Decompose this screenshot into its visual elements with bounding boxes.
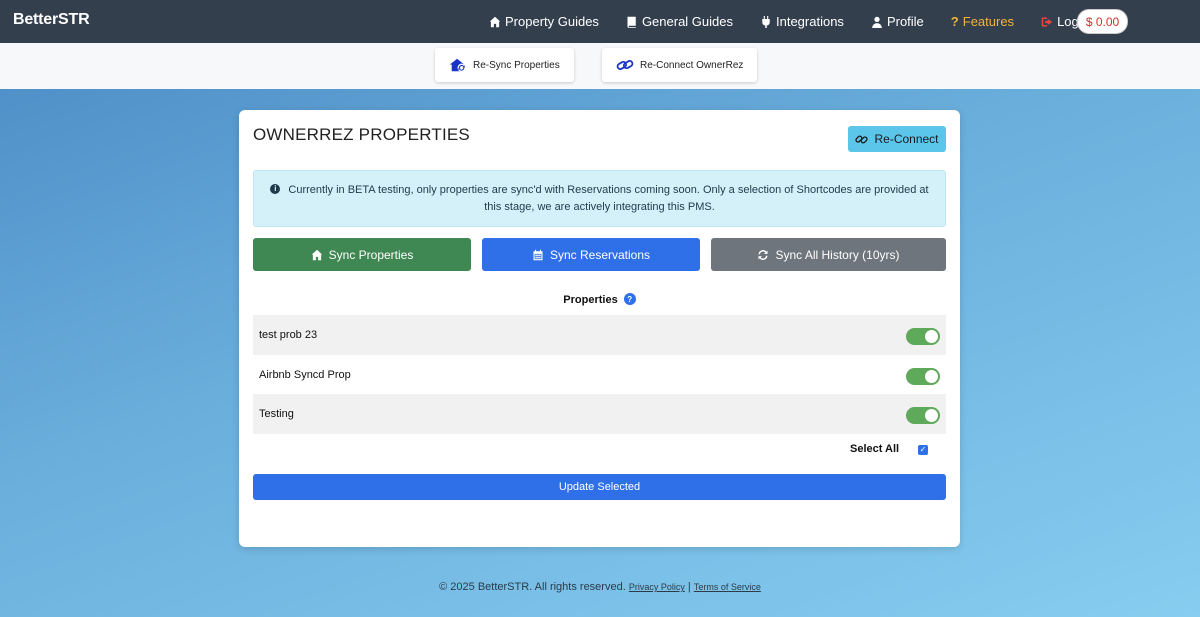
logout-icon xyxy=(1041,17,1053,26)
property-row: Testing xyxy=(253,394,946,434)
select-all-checkbox[interactable]: ✓ xyxy=(918,445,928,455)
reconnect-label: Re-Connect xyxy=(874,132,939,146)
ownerrez-properties-card: OWNERREZ PROPERTIES Re-Connect i Currentl… xyxy=(239,110,960,547)
sync-reservations-label: Sync Reservations xyxy=(549,247,651,262)
property-toggle[interactable] xyxy=(906,407,940,424)
nav-property-guides-label: Property Guides xyxy=(505,14,599,29)
properties-heading-label: Properties xyxy=(563,294,618,306)
top-navbar: BetterSTR Property Guides General Guides… xyxy=(0,0,1200,43)
alert-text: Currently in BETA testing, only properti… xyxy=(288,183,929,213)
select-all-label: Select All xyxy=(850,443,900,455)
balance-badge[interactable]: $ 0.00 xyxy=(1077,9,1128,34)
copyright-text: © 2025 BetterSTR. All rights reserved. xyxy=(439,581,626,593)
property-toggle[interactable] xyxy=(906,328,940,345)
help-icon[interactable]: ? xyxy=(623,293,636,306)
house-sync-icon xyxy=(449,58,466,72)
info-icon: i xyxy=(270,183,281,194)
sync-properties-label: Sync Properties xyxy=(328,247,414,262)
sync-history-label: Sync All History (10yrs) xyxy=(775,247,900,262)
resync-properties-button[interactable]: Re-Sync Properties xyxy=(435,48,574,82)
question-icon: ? xyxy=(950,14,959,29)
resync-properties-label: Re-Sync Properties xyxy=(473,59,560,71)
nav-integrations[interactable]: Integrations xyxy=(760,14,844,29)
sync-history-button[interactable]: Sync All History (10yrs) xyxy=(711,238,946,271)
footer: © 2025 BetterSTR. All rights reserved. P… xyxy=(0,581,1200,593)
property-toggle[interactable] xyxy=(906,368,940,385)
nav-profile[interactable]: Profile xyxy=(871,14,924,29)
privacy-policy-link[interactable]: Privacy Policy xyxy=(629,582,685,592)
calendar-icon xyxy=(533,249,543,260)
alert-content: i Currently in BETA testing, only propert… xyxy=(270,182,929,216)
nav-features-label: Features xyxy=(962,14,1015,29)
beta-info-alert: i Currently in BETA testing, only propert… xyxy=(253,170,946,227)
reconnect-ownerrez-label: Re-Connect OwnerRez xyxy=(640,59,744,71)
nav-features[interactable]: ? Features xyxy=(951,14,1014,29)
update-selected-button[interactable]: Update Selected xyxy=(253,474,946,500)
sync-reservations-button[interactable]: Sync Reservations xyxy=(482,238,700,271)
home-icon xyxy=(311,249,322,260)
property-name: Airbnb Syncd Prop xyxy=(259,369,351,381)
property-name: Testing xyxy=(259,408,294,420)
brand-logo[interactable]: BetterSTR xyxy=(13,11,90,29)
sync-properties-button[interactable]: Sync Properties xyxy=(253,238,471,271)
home-icon xyxy=(489,16,501,27)
footer-separator: | xyxy=(687,581,691,593)
terms-of-service-link[interactable]: Terms of Service xyxy=(694,582,761,592)
nav-integrations-label: Integrations xyxy=(776,14,844,29)
sub-toolbar: Re-Sync Properties Re-Connect OwnerRez xyxy=(0,43,1200,89)
nav-general-guides-label: General Guides xyxy=(641,14,733,29)
refresh-icon xyxy=(758,249,768,260)
book-icon xyxy=(627,16,636,28)
nav-profile-label: Profile xyxy=(886,14,924,29)
nav-general-guides[interactable]: General Guides xyxy=(626,14,733,29)
card-title: OWNERREZ PROPERTIES xyxy=(253,125,470,144)
plug-icon xyxy=(762,15,770,28)
link-icon xyxy=(616,60,634,70)
nav-property-guides[interactable]: Property Guides xyxy=(489,14,599,29)
property-name: test prob 23 xyxy=(259,329,318,341)
reconnect-button[interactable]: Re-Connect xyxy=(848,126,946,152)
user-icon xyxy=(872,16,882,28)
nav-links: Property Guides General Guides Integrati… xyxy=(489,0,1124,43)
reconnect-ownerrez-button[interactable]: Re-Connect OwnerRez xyxy=(602,48,758,82)
property-row: Airbnb Syncd Prop xyxy=(253,355,946,395)
property-row: test prob 23 xyxy=(253,315,946,355)
properties-heading: Properties? xyxy=(239,293,960,306)
link-icon xyxy=(855,135,869,143)
